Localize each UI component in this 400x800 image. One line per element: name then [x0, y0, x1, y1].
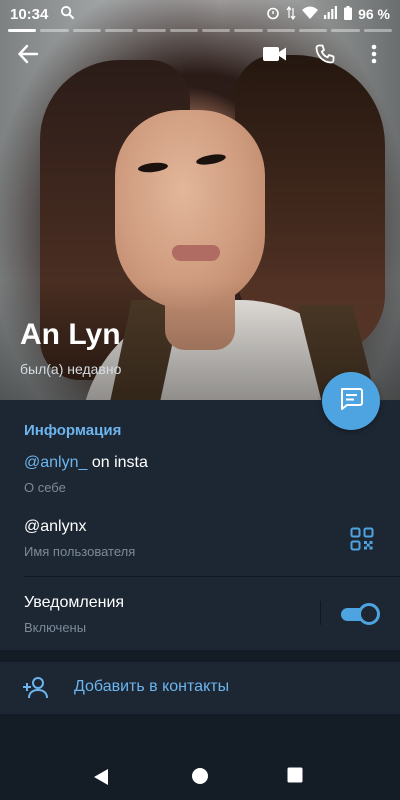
add-user-icon: [22, 674, 50, 702]
more-vertical-icon: [371, 44, 377, 69]
circle-home-icon: [191, 768, 209, 789]
message-icon: [338, 386, 364, 417]
status-bar: 10:34 96 %: [0, 0, 400, 28]
section-title: Информация: [24, 422, 122, 439]
username-label: Имя пользователя: [24, 544, 136, 559]
qr-code-icon: [350, 527, 374, 555]
phone-icon: [315, 44, 335, 69]
photo-progress-segment: [104, 29, 134, 32]
video-call-button[interactable]: [259, 40, 291, 72]
search-icon: [60, 5, 75, 23]
video-call-icon: [263, 46, 287, 67]
alarm-icon: [266, 6, 280, 23]
add-contact-label: Добавить в контакты: [74, 678, 230, 695]
photo-progress-segment: [234, 29, 263, 32]
data-arrows-icon: [286, 5, 296, 23]
bio-label: О себе: [24, 480, 66, 495]
bio-rest: on insta: [87, 454, 148, 471]
status-time: 10:34: [10, 5, 49, 23]
photo-progress: [8, 29, 392, 32]
last-seen-status: был(а) недавно: [20, 361, 122, 377]
wifi-icon: [302, 6, 319, 22]
nav-recents-button[interactable]: [287, 767, 307, 787]
photo-progress-segment: [40, 29, 69, 32]
notifications-toggle[interactable]: [341, 603, 380, 625]
photo-progress-segment: [8, 29, 37, 32]
divider: [24, 576, 400, 577]
add-contact-button[interactable]: Добавить в контакты: [0, 662, 400, 714]
notifications-state: Включены: [24, 620, 87, 635]
photo-progress-segment: [298, 29, 328, 32]
arrow-left-icon: [17, 43, 39, 70]
photo-progress-segment: [266, 29, 295, 32]
back-button[interactable]: [12, 40, 44, 72]
photo-progress-segment: [363, 29, 392, 32]
top-toolbar: [0, 36, 400, 76]
call-button[interactable]: [309, 40, 341, 72]
contact-name: An Lyn: [20, 318, 121, 351]
photo-progress-segment: [169, 29, 198, 32]
more-options-button[interactable]: [358, 40, 390, 72]
battery-icon: [344, 5, 353, 23]
battery-level: 96 %: [358, 6, 390, 22]
photo-progress-segment: [201, 29, 231, 32]
signal-icon: [324, 6, 338, 22]
bio-text[interactable]: @anlyn_ on insta: [24, 454, 148, 472]
system-navigation-bar: [0, 754, 400, 800]
square-recents-icon: [287, 767, 303, 787]
divider: [320, 601, 321, 625]
notifications-title[interactable]: Уведомления: [24, 594, 124, 612]
photo-progress-segment: [137, 29, 166, 32]
nav-back-button[interactable]: [92, 767, 112, 787]
message-button[interactable]: [322, 372, 380, 430]
nav-home-button[interactable]: [191, 767, 211, 787]
username-value[interactable]: @anlynx: [24, 518, 87, 536]
qr-code-button[interactable]: [350, 527, 374, 551]
info-section: Информация @anlyn_ on insta О себе @anly…: [0, 400, 400, 650]
bio-mention-link[interactable]: @anlyn_: [24, 454, 87, 471]
triangle-back-icon: [92, 769, 110, 791]
photo-progress-segment: [72, 29, 101, 32]
photo-progress-segment: [331, 29, 360, 32]
